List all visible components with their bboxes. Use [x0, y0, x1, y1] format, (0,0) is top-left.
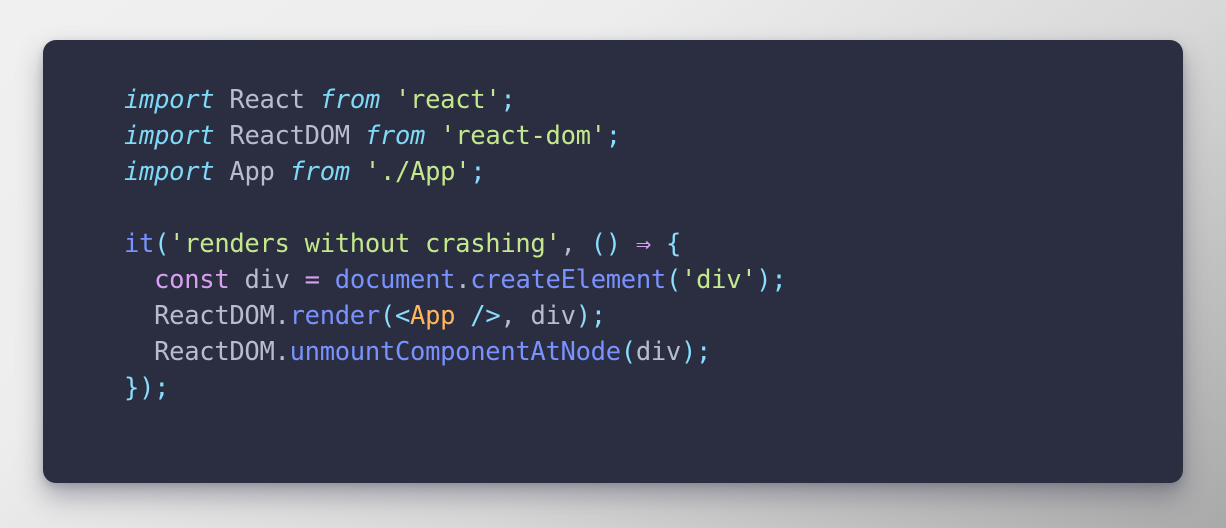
code-token: />: [470, 301, 501, 331]
code-token: React: [229, 85, 305, 115]
code-token: ): [139, 373, 155, 403]
code-token: App: [410, 301, 456, 331]
code-token: import: [124, 121, 215, 151]
code-token: (): [590, 229, 621, 259]
code-token: ;: [771, 265, 787, 295]
code-token: =: [304, 265, 320, 295]
code-token: import: [124, 85, 215, 115]
code-line: it('renders without crashing', () ⇒ {: [124, 226, 1183, 262]
screenshot-stage: import React from 'react'; import ReactDO…: [0, 0, 1226, 528]
code-token: import: [124, 157, 215, 187]
code-token: <: [394, 301, 411, 331]
code-token: ;: [500, 85, 516, 115]
code-token: ): [756, 265, 772, 295]
code-line: import ReactDOM from 'react-dom';: [124, 118, 1183, 154]
code-line: ReactDOM.unmountComponentAtNode(div);: [124, 334, 1183, 370]
code-token: (: [665, 265, 682, 295]
code-token: .: [274, 301, 290, 331]
code-token: 'renders without crashing': [169, 229, 561, 259]
code-token: {: [665, 229, 682, 259]
code-token: from: [319, 85, 381, 115]
code-token: const: [154, 265, 230, 295]
code-snippet-card: import React from 'react'; import ReactDO…: [43, 40, 1183, 483]
code-line: import React from 'react';: [124, 82, 1183, 118]
code-token: ReactDOM: [154, 301, 275, 331]
code-token: 'div': [681, 265, 757, 295]
code-token: ;: [696, 337, 712, 367]
code-token: div: [635, 337, 681, 367]
code-token: (: [154, 229, 170, 259]
code-token: .: [455, 265, 471, 295]
code-line: ReactDOM.render(<App />, div);: [124, 298, 1183, 334]
code-token: ;: [470, 157, 486, 187]
code-token: ReactDOM: [229, 121, 350, 151]
code-token: ,: [500, 301, 516, 331]
code-line: const div = document.createElement('div'…: [124, 262, 1183, 298]
code-token: App: [229, 157, 275, 187]
code-token: unmountComponentAtNode: [289, 337, 621, 367]
code-token: ,: [560, 229, 576, 259]
code-token: document: [334, 265, 456, 295]
code-token: createElement: [470, 265, 666, 295]
code-token: render: [289, 301, 381, 331]
code-token: it: [124, 229, 155, 259]
code-token: div: [530, 301, 576, 331]
code-token: ⇒: [635, 229, 651, 259]
code-token: ;: [154, 373, 170, 403]
code-token: ): [575, 301, 591, 331]
code-token: ): [680, 337, 697, 367]
code-token: 'react': [395, 85, 501, 115]
code-token: ;: [605, 121, 621, 151]
code-token: 'react-dom': [440, 121, 606, 151]
code-line: import App from './App';: [124, 154, 1183, 190]
code-token: (: [379, 301, 395, 331]
code-line: });: [124, 370, 1183, 406]
code-token: from: [289, 157, 351, 187]
code-token: div: [244, 265, 290, 295]
code-token: ReactDOM: [154, 337, 275, 367]
code-token: './App': [364, 157, 471, 187]
code-token: (: [620, 337, 636, 367]
code-token: .: [274, 337, 290, 367]
code-block[interactable]: import React from 'react'; import ReactDO…: [124, 82, 1183, 406]
code-token: ;: [590, 301, 606, 331]
code-token: }: [124, 373, 140, 403]
code-token: from: [364, 121, 426, 151]
